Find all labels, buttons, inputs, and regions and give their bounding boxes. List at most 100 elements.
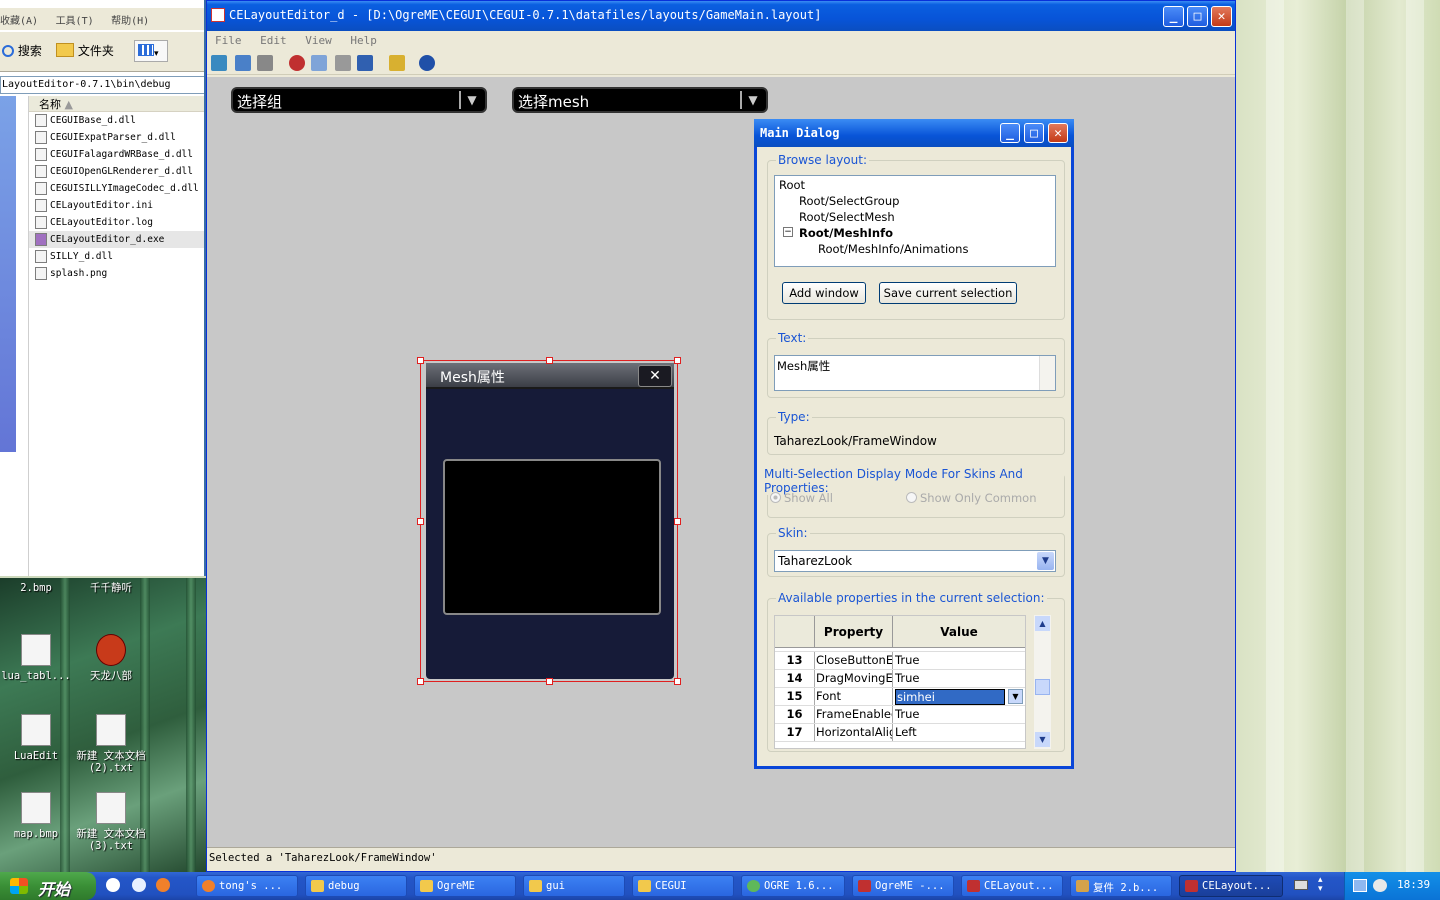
- mesh-combobox[interactable]: 选择mesh ▼: [512, 87, 768, 113]
- window-titlebar[interactable]: CELayoutEditor_d - [D:\OgreME\CEGUI\CEGU…: [207, 1, 1235, 31]
- resize-handle[interactable]: [674, 357, 681, 364]
- delete-icon[interactable]: [357, 55, 373, 71]
- minimize-button[interactable]: _: [1163, 6, 1184, 27]
- list-item[interactable]: CEGUIOpenGLRenderer_d.dll: [29, 163, 204, 180]
- views-button[interactable]: ▾: [134, 40, 168, 62]
- animations-panel[interactable]: [443, 459, 661, 615]
- chevron-down-icon[interactable]: ▼: [459, 91, 483, 109]
- resize-handle[interactable]: [546, 678, 553, 685]
- chevron-down-icon[interactable]: ▼: [740, 91, 764, 109]
- desktop-icon-tlbb[interactable]: 天龙八部: [75, 634, 147, 682]
- table-row[interactable]: 16 FrameEnabled True: [775, 706, 1025, 724]
- list-item[interactable]: CEGUIFalagardWRBase_d.dll: [29, 146, 204, 163]
- resize-handle[interactable]: [674, 678, 681, 685]
- column-header-name[interactable]: 名称 ▲: [29, 96, 204, 112]
- text-field[interactable]: Mesh属性: [774, 355, 1056, 391]
- layout-canvas[interactable]: 选择组 ▼ 选择mesh ▼ Mesh属性 ✕ Main Dialog _ □ …: [207, 77, 1235, 847]
- menu-edit[interactable]: Edit: [260, 34, 287, 47]
- list-item[interactable]: CELayoutEditor.log: [29, 214, 204, 231]
- menu-file[interactable]: File: [215, 34, 242, 47]
- table-row[interactable]: 15 Font simhei ▼: [775, 688, 1025, 706]
- dialog-titlebar[interactable]: Main Dialog _ □ ✕: [754, 119, 1074, 147]
- paste-icon[interactable]: [335, 55, 351, 71]
- resize-handle[interactable]: [674, 518, 681, 525]
- task-celayout-1[interactable]: CELayout...: [961, 875, 1063, 897]
- menu-help[interactable]: Help: [350, 34, 377, 47]
- task-celayout-2[interactable]: CELayout...: [1179, 875, 1283, 897]
- frame-window-titlebar[interactable]: Mesh属性: [426, 363, 674, 389]
- list-item[interactable]: CEGUISILLYImageCodec_d.dll: [29, 180, 204, 197]
- tree-node-selectmesh[interactable]: Root/SelectMesh: [799, 210, 895, 224]
- scroll-up-icon[interactable]: ▲: [1035, 616, 1050, 631]
- copy-icon[interactable]: [311, 55, 327, 71]
- tree-node-root[interactable]: Root: [779, 178, 805, 192]
- desktop-icon-bmp[interactable]: 2.bmp: [0, 582, 72, 594]
- task-gui[interactable]: gui: [523, 875, 625, 897]
- property-scrollbar[interactable]: ▲ ▼: [1034, 615, 1051, 749]
- add-window-button[interactable]: Add window: [782, 282, 866, 304]
- list-item[interactable]: CEGUIExpatParser_d.dll: [29, 129, 204, 146]
- clock[interactable]: 18:39: [1397, 878, 1430, 891]
- folders-button[interactable]: 文件夹: [56, 42, 114, 59]
- resize-handle[interactable]: [417, 357, 424, 364]
- text-scrollbar[interactable]: [1039, 356, 1055, 390]
- task-cegui[interactable]: CEGUI: [632, 875, 734, 897]
- address-bar[interactable]: LayoutEditor-0.7.1\bin\debug: [0, 76, 204, 94]
- tree-node-animations[interactable]: Root/MeshInfo/Animations: [818, 242, 968, 256]
- chevron-down-icon[interactable]: ▼: [1008, 689, 1023, 704]
- list-item[interactable]: SILLY_d.dll: [29, 248, 204, 265]
- search-button[interactable]: 搜索: [2, 42, 42, 59]
- resize-handle[interactable]: [417, 678, 424, 685]
- save-icon[interactable]: [257, 55, 273, 71]
- menu-tools[interactable]: 工具(T): [56, 16, 94, 27]
- task-copy-bmp[interactable]: 复件 2.b...: [1070, 875, 1172, 897]
- font-value-select[interactable]: simhei ▼: [893, 688, 1025, 705]
- table-row[interactable]: 13 CloseButtonEr True: [775, 652, 1025, 670]
- list-item[interactable]: CELayoutEditor_d.exe: [29, 231, 204, 248]
- table-row[interactable]: 17HorizontalAlignLeft: [775, 724, 1025, 742]
- desktop-icon-luaedit[interactable]: LuaEdit: [0, 714, 72, 762]
- expand-tray-icon[interactable]: ▴ ▾: [1318, 876, 1323, 894]
- dialog-close-button[interactable]: ✕: [1048, 123, 1068, 143]
- column-value[interactable]: Value: [893, 616, 1025, 647]
- menu-view[interactable]: View: [305, 34, 332, 47]
- task-firefox[interactable]: tong's ...: [196, 875, 298, 897]
- ie-quicklaunch-icon[interactable]: [106, 878, 120, 892]
- menu-help[interactable]: 帮助(H): [111, 16, 149, 27]
- collapse-icon[interactable]: −: [783, 227, 793, 237]
- lock-icon[interactable]: [389, 55, 405, 71]
- task-ogreme-editor[interactable]: OgreME -...: [852, 875, 954, 897]
- close-button[interactable]: ✕: [1211, 6, 1232, 27]
- task-ogreme[interactable]: OgreME: [414, 875, 516, 897]
- help-icon[interactable]: [419, 55, 435, 71]
- dialog-minimize-button[interactable]: _: [1000, 123, 1020, 143]
- maximize-button[interactable]: □: [1187, 6, 1208, 27]
- tree-node-selectgroup[interactable]: Root/SelectGroup: [799, 194, 899, 208]
- close-icon[interactable]: ✕: [638, 365, 672, 387]
- task-ogre-browser[interactable]: OGRE 1.6...: [741, 875, 845, 897]
- mesh-frame-window[interactable]: Mesh属性 ✕: [417, 357, 681, 685]
- start-button[interactable]: 开始: [0, 872, 96, 900]
- tree-node-meshinfo[interactable]: Root/MeshInfo: [799, 226, 893, 240]
- new-icon[interactable]: [211, 55, 227, 71]
- skin-select[interactable]: TaharezLook ▼: [774, 550, 1056, 572]
- network-icon[interactable]: [1353, 879, 1367, 892]
- resize-handle[interactable]: [417, 518, 424, 525]
- desktop-icon-lua-table[interactable]: lua_tabl...: [0, 634, 72, 682]
- column-property[interactable]: Property: [815, 616, 893, 647]
- firefox-quicklaunch-icon[interactable]: [156, 878, 170, 892]
- show-common-radio[interactable]: Show Only Common: [906, 491, 1036, 505]
- volume-icon[interactable]: [1373, 879, 1387, 892]
- group-combobox[interactable]: 选择组 ▼: [231, 87, 487, 113]
- save-selection-button[interactable]: Save current selection: [879, 282, 1017, 304]
- task-debug[interactable]: debug: [305, 875, 407, 897]
- keyboard-icon[interactable]: [1294, 880, 1308, 890]
- qq-quicklaunch-icon[interactable]: [132, 878, 146, 892]
- list-item[interactable]: splash.png: [29, 265, 204, 282]
- chevron-down-icon[interactable]: ▼: [1037, 552, 1054, 570]
- show-all-radio[interactable]: Show All: [770, 491, 833, 505]
- scroll-down-icon[interactable]: ▼: [1035, 732, 1050, 747]
- desktop-icon-map[interactable]: map.bmp: [0, 792, 72, 840]
- desktop-icon-ttplayer[interactable]: 千千静听: [75, 582, 147, 594]
- desktop-icon-txt-3[interactable]: 新建 文本文档 (3).txt: [75, 792, 147, 852]
